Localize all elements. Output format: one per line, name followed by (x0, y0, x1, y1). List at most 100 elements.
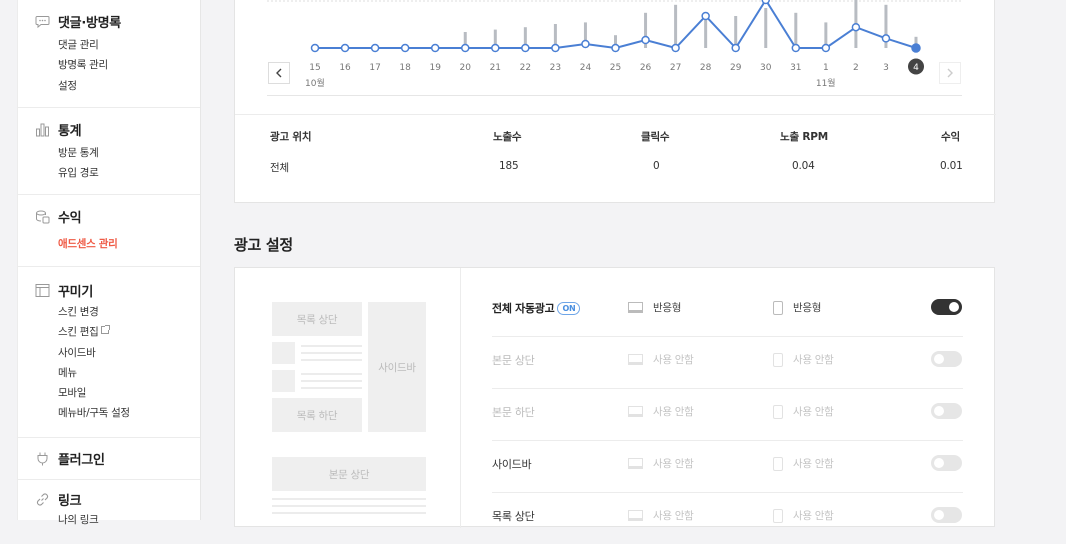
chart-point (521, 43, 530, 53)
revenue-chart: 15 16 17 18 19 20 21 22 23 24 25 26 27 28 29 30 31 1 2 3 410… (267, 0, 962, 89)
chart-tick-label: 24 (580, 63, 592, 73)
chart-tick-label: 22 (520, 63, 531, 73)
nav-group-comments: 댓글·방명록 댓글 관리 방명록 관리 설정 (18, 0, 200, 108)
ad-row-body-bottom: 본문 하단 사용 안함 사용 안함 (492, 388, 963, 441)
col-header-clicks: 클릭수 (641, 131, 670, 143)
sidebar-ad-toggle[interactable] (931, 455, 962, 471)
chart-prev-button[interactable] (268, 62, 290, 84)
chart-divider (267, 95, 962, 96)
chart-point (761, 0, 770, 5)
mobile-icon (773, 352, 783, 367)
chart-point (430, 43, 440, 53)
nav-item-skin-change[interactable]: 스킨 변경 (58, 302, 130, 322)
pc-option-label: 사용 안함 (653, 406, 694, 418)
preview-line (301, 345, 362, 347)
nav-item-comment-settings[interactable]: 설정 (58, 76, 108, 96)
chart-point (400, 43, 410, 53)
pc-option[interactable]: 사용 안함 (628, 404, 694, 419)
col-header-position: 광고 위치 (270, 131, 312, 143)
nav-heading-stats[interactable]: 통계 (35, 120, 82, 139)
chart-tick-label: 20 (460, 63, 472, 73)
nav-item-skin-edit[interactable]: 스킨 편집 (58, 322, 130, 342)
pc-option-label: 반응형 (653, 302, 682, 314)
pc-option[interactable]: 사용 안함 (628, 508, 694, 523)
nav-heading-plugin[interactable]: 플러그인 (35, 449, 105, 468)
mobile-option-label: 사용 안함 (793, 510, 834, 522)
nav-item-visit-stats[interactable]: 방문 통계 (58, 143, 99, 163)
mobile-option[interactable]: 사용 안함 (773, 352, 834, 367)
nav-heading-link[interactable]: 링크 (35, 490, 82, 509)
nav-heading-comments[interactable]: 댓글·방명록 (35, 12, 121, 31)
nav-group-plugin: 플러그인 (18, 438, 200, 480)
mobile-option[interactable]: 사용 안함 (773, 456, 834, 471)
nav-item-comment-manage[interactable]: 댓글 관리 (58, 35, 108, 55)
preview-sidebar: 사이드바 (368, 302, 426, 432)
mobile-option[interactable]: 사용 안함 (773, 508, 834, 523)
mobile-option[interactable]: 사용 안함 (773, 404, 834, 419)
ad-settings-title: 광고 설정 (234, 236, 293, 254)
chart-tick-label: 28 (700, 63, 712, 73)
on-badge: ON (557, 302, 581, 315)
chart-tick-label: 2 (853, 63, 859, 73)
nav-heading-revenue[interactable]: 수익 (35, 207, 82, 226)
chart-tick-label: 3 (883, 63, 889, 73)
chart-tick-label: 26 (640, 63, 652, 73)
chart-tick-label: 16 (339, 63, 351, 73)
comment-icon (35, 16, 50, 29)
preview-list-top: 목록 상단 (272, 302, 362, 336)
chart-tick-label: 31 (790, 63, 801, 73)
preview-line (301, 380, 362, 382)
nav-item-my-link[interactable]: 나의 링크 (58, 510, 99, 530)
chart-tick-label: 1 (823, 63, 829, 73)
nav-heading-label: 링크 (58, 494, 82, 509)
nav-heading-customize[interactable]: 꾸미기 (35, 281, 93, 300)
pc-option[interactable]: 반응형 (628, 300, 681, 315)
body-top-toggle[interactable] (931, 351, 962, 367)
toggle-knob (934, 458, 944, 468)
link-icon (36, 493, 49, 506)
chart-next-button[interactable] (939, 62, 961, 84)
chart-point (881, 34, 891, 43)
ad-layout-preview: 목록 상단 사이드바 목록 하단 본문 상단 (235, 268, 461, 528)
nav-item-adsense-manage[interactable]: 애드센스 관리 (58, 234, 118, 254)
chart-point (370, 43, 380, 53)
nav-heading-label: 통계 (58, 124, 82, 139)
chart-tick-label: 19 (429, 63, 441, 73)
coins-icon (36, 210, 50, 224)
ad-row-label: 목록 상단 (492, 510, 535, 523)
list-top-toggle[interactable] (931, 507, 962, 523)
pc-option[interactable]: 사용 안함 (628, 352, 694, 367)
mobile-option-label: 사용 안함 (793, 406, 834, 418)
ad-row-label: 전체 자동광고 ON (492, 300, 581, 316)
preview-line (301, 359, 362, 361)
monitor-icon (628, 458, 643, 469)
body-bottom-toggle[interactable] (931, 403, 962, 419)
nav-item-menu[interactable]: 메뉴 (58, 363, 130, 383)
preview-thumb (272, 370, 295, 392)
mobile-icon (773, 508, 783, 523)
chart-point (611, 43, 620, 53)
preview-list-bottom: 목록 하단 (272, 398, 362, 432)
cell-revenue: 0.01 (940, 160, 963, 172)
pc-option-label: 사용 안함 (653, 354, 694, 366)
mobile-option-label: 사용 안함 (793, 458, 834, 470)
mobile-option[interactable]: 반응형 (773, 300, 821, 315)
preview-line (301, 352, 362, 354)
chart-tick-label: 29 (730, 63, 742, 73)
nav-item-referrer[interactable]: 유입 경로 (58, 163, 99, 183)
preview-line (272, 505, 426, 507)
ad-row-sidebar: 사이드바 사용 안함 사용 안함 (492, 440, 963, 493)
auto-ad-toggle[interactable] (931, 299, 962, 315)
chart-point (731, 43, 740, 53)
chart-tick-label: 27 (670, 63, 681, 73)
nav-item-guestbook-manage[interactable]: 방명록 관리 (58, 55, 108, 75)
nav-item-mobile[interactable]: 모바일 (58, 383, 130, 403)
monitor-icon (628, 354, 643, 365)
nav-item-sidebar[interactable]: 사이드바 (58, 343, 130, 363)
ad-row-body-top: 본문 상단 사용 안함 사용 안함 (492, 336, 963, 389)
toggle-knob (934, 354, 944, 364)
nav-item-menubar-subscribe[interactable]: 메뉴바/구독 설정 (58, 403, 130, 423)
cell-rpm: 0.04 (792, 160, 815, 172)
pc-option[interactable]: 사용 안함 (628, 456, 694, 471)
nav-heading-label: 플러그인 (58, 453, 105, 468)
